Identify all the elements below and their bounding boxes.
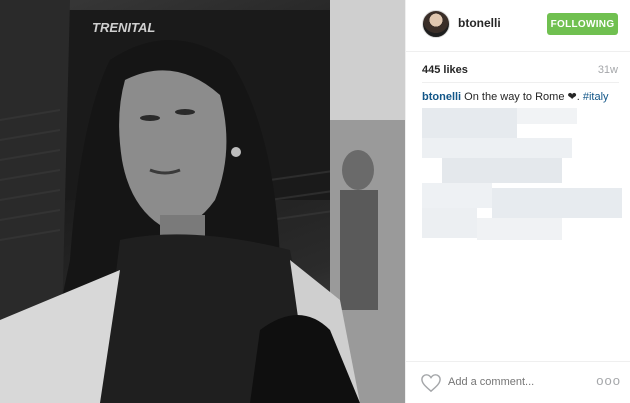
avatar[interactable] [422,10,450,38]
seat-brand-logo: TRENITAL [92,20,155,35]
post-info-panel: btonelli FOLLOWING 445 likes 31w btonell… [405,0,630,403]
post-header: btonelli FOLLOWING [406,0,630,52]
caption: btonelli On the way to Rome ❤. #italy [422,90,622,104]
post-photo[interactable]: TRENITAL [0,0,405,403]
post-footer: ooo [406,361,630,403]
caption-text: On the way to Rome ❤. [464,91,580,103]
post-timestamp[interactable]: 31w [598,64,618,76]
photo-illustration: TRENITAL [0,0,405,403]
likes-count[interactable]: 445 likes [422,64,468,76]
earring [231,147,241,157]
caption-username[interactable]: btonelli [422,91,461,103]
background-passenger-head [342,150,374,190]
following-button[interactable]: FOLLOWING [547,13,618,35]
window-light [330,0,405,120]
blurred-comments [422,108,622,243]
comment-input[interactable] [448,376,578,388]
more-options-icon[interactable]: ooo [596,373,621,388]
eye-left [140,115,160,121]
background-passenger-body [340,190,378,310]
eye-right [175,109,195,115]
heart-icon[interactable] [420,373,442,393]
caption-hashtag[interactable]: #italy [583,91,609,103]
username-link[interactable]: btonelli [458,16,501,30]
divider [422,82,619,83]
